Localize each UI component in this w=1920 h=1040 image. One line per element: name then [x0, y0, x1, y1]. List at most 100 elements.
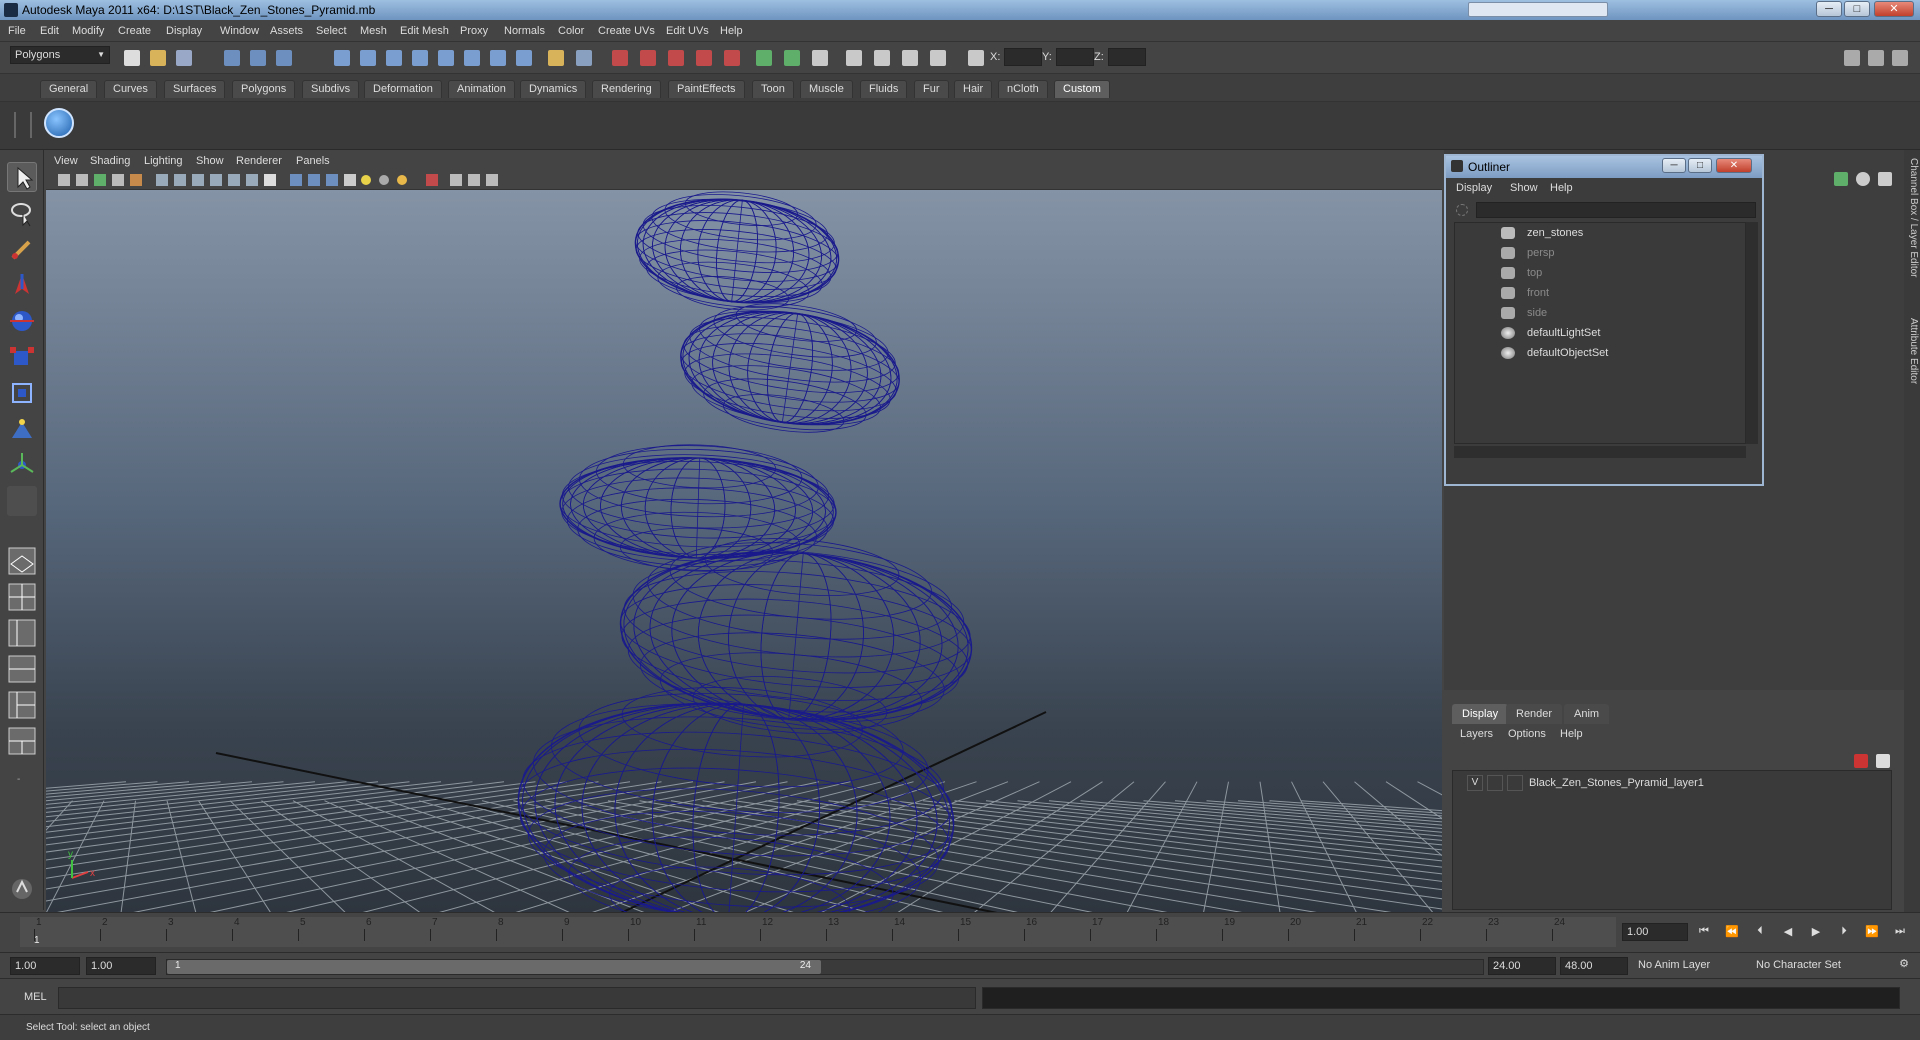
- selection-mask-icon[interactable]: [576, 50, 592, 66]
- end-time-field[interactable]: 48.00: [1560, 957, 1628, 975]
- layer-row[interactable]: V Black_Zen_Stones_Pyramid_layer1: [1455, 773, 1889, 793]
- layer-playback-toggle[interactable]: [1487, 775, 1503, 791]
- snap-live-icon[interactable]: [464, 50, 480, 66]
- move-tool-icon[interactable]: [7, 270, 37, 300]
- render-icon[interactable]: [696, 50, 712, 66]
- channel-box-icon[interactable]: [1834, 172, 1848, 186]
- anim-end-field[interactable]: 24.00: [1488, 957, 1556, 975]
- tab-general[interactable]: General: [40, 80, 98, 98]
- outliner-maximize-button[interactable]: □: [1688, 158, 1712, 173]
- last-tool-slot[interactable]: [7, 486, 37, 516]
- new-layer-icon[interactable]: [1854, 754, 1868, 768]
- outliner-menu-show[interactable]: Show: [1510, 182, 1538, 194]
- save-scene-icon[interactable]: [176, 50, 192, 66]
- tab-fluids[interactable]: Fluids: [860, 80, 908, 98]
- minimize-button[interactable]: ─: [1816, 1, 1842, 17]
- ipr-render-icon[interactable]: [724, 50, 740, 66]
- menu-edit-mesh[interactable]: Edit Mesh: [400, 25, 449, 37]
- menu-assets[interactable]: Assets: [270, 25, 303, 37]
- safe-title-icon[interactable]: [264, 174, 276, 186]
- current-frame-field[interactable]: 1.00: [1622, 923, 1688, 941]
- layer-color-swatch[interactable]: [1507, 775, 1523, 791]
- resolution-gate-icon[interactable]: [192, 174, 204, 186]
- vp-menu-show[interactable]: Show: [196, 155, 224, 167]
- outliner-filter-input[interactable]: [1476, 202, 1756, 218]
- universal-manipulator-icon[interactable]: [7, 378, 37, 408]
- play-backwards-icon[interactable]: ◀: [1780, 925, 1796, 939]
- tab-dynamics[interactable]: Dynamics: [520, 80, 587, 98]
- rename-icon[interactable]: [930, 50, 946, 66]
- lasso-tool-icon[interactable]: [7, 198, 37, 228]
- stone-mesh[interactable]: [558, 440, 838, 576]
- tool-settings-toggle-icon[interactable]: [1892, 50, 1908, 66]
- lock-icon[interactable]: [548, 50, 564, 66]
- menu-modify[interactable]: Modify: [72, 25, 104, 37]
- all-lights-icon[interactable]: [379, 175, 389, 185]
- layer-editor-icon[interactable]: [1856, 172, 1870, 186]
- menu-color[interactable]: Color: [558, 25, 584, 37]
- zen-stones-wireframe[interactable]: [510, 190, 980, 912]
- tab-polygons[interactable]: Polygons: [232, 80, 296, 98]
- menu-create-uvs[interactable]: Create UVs: [598, 25, 655, 37]
- four-view-layout-icon[interactable]: [7, 582, 37, 612]
- custom-layout-icon[interactable]: [7, 726, 37, 756]
- y-field[interactable]: [1056, 48, 1094, 66]
- menu-select[interactable]: Select: [316, 25, 347, 37]
- outliner-item[interactable]: persp: [1455, 243, 1745, 263]
- absolute-transform-icon[interactable]: [874, 50, 890, 66]
- vp-menu-renderer[interactable]: Renderer: [236, 155, 282, 167]
- stone-mesh[interactable]: [672, 290, 907, 445]
- vp-menu-lighting[interactable]: Lighting: [144, 155, 183, 167]
- vp-menu-view[interactable]: View: [54, 155, 78, 167]
- start-time-field[interactable]: 1.00: [10, 957, 80, 975]
- isolate-select-icon[interactable]: [426, 174, 438, 186]
- tab-channel-box[interactable]: Channel Box / Layer Editor: [1905, 158, 1919, 278]
- tab-hair[interactable]: Hair: [954, 80, 993, 98]
- tab-layer-display[interactable]: Display: [1452, 704, 1509, 724]
- menu-file[interactable]: File: [8, 25, 26, 37]
- hypershade-icon[interactable]: [812, 50, 828, 66]
- tab-layer-anim[interactable]: Anim: [1564, 704, 1610, 724]
- x-field[interactable]: [1004, 48, 1042, 66]
- step-back-icon[interactable]: ⏪: [1724, 925, 1740, 939]
- tab-subdivs[interactable]: Subdivs: [302, 80, 360, 98]
- numeric-input-icon[interactable]: [968, 50, 984, 66]
- xray-icon[interactable]: [450, 174, 462, 186]
- snap-point-icon[interactable]: [386, 50, 402, 66]
- preferences-icon[interactable]: ⚙: [1896, 957, 1912, 971]
- time-slider-track[interactable]: [20, 917, 1616, 947]
- menu-window[interactable]: Window: [220, 25, 259, 37]
- script-editor-icon[interactable]: [7, 874, 37, 904]
- layer-menu-options[interactable]: Options: [1508, 728, 1546, 740]
- help-search-input[interactable]: [1468, 2, 1608, 17]
- persp-outliner-layout-icon[interactable]: [7, 618, 37, 648]
- range-thumb[interactable]: 1 24: [167, 960, 821, 974]
- step-back-key-icon[interactable]: ⏴: [1752, 925, 1768, 939]
- render-settings-icon[interactable]: [756, 50, 772, 66]
- go-to-start-icon[interactable]: ⏮: [1696, 925, 1712, 939]
- tab-layer-render[interactable]: Render: [1506, 704, 1563, 724]
- select-hierarchy-icon[interactable]: [224, 50, 240, 66]
- channel-box-toggle-icon[interactable]: [1844, 50, 1860, 66]
- tab-toon[interactable]: Toon: [752, 80, 794, 98]
- snap-surface-icon[interactable]: [438, 50, 454, 66]
- menu-mesh[interactable]: Mesh: [360, 25, 387, 37]
- mode-selector[interactable]: Polygons ▼: [10, 46, 110, 64]
- hypershade-layout-icon[interactable]: [7, 690, 37, 720]
- command-input[interactable]: [58, 987, 976, 1009]
- bookmark-icon[interactable]: [76, 174, 88, 186]
- xray-joints-icon[interactable]: [468, 174, 480, 186]
- select-component-icon[interactable]: [276, 50, 292, 66]
- single-perspective-layout-icon[interactable]: [7, 546, 37, 576]
- layer-menu-layers[interactable]: Layers: [1460, 728, 1493, 740]
- render-view-icon[interactable]: [784, 50, 800, 66]
- snap-curve-icon[interactable]: [360, 50, 376, 66]
- perspective-viewport[interactable]: x y: [46, 190, 1442, 912]
- tab-custom[interactable]: Custom: [1054, 80, 1110, 98]
- wireframe-shading-icon[interactable]: [290, 174, 302, 186]
- high-quality-icon[interactable]: [486, 174, 498, 186]
- pin-icon[interactable]: [1878, 172, 1892, 186]
- persp-graph-layout-icon[interactable]: [7, 654, 37, 684]
- close-button[interactable]: ✕: [1874, 1, 1914, 17]
- tab-deformation[interactable]: Deformation: [364, 80, 442, 98]
